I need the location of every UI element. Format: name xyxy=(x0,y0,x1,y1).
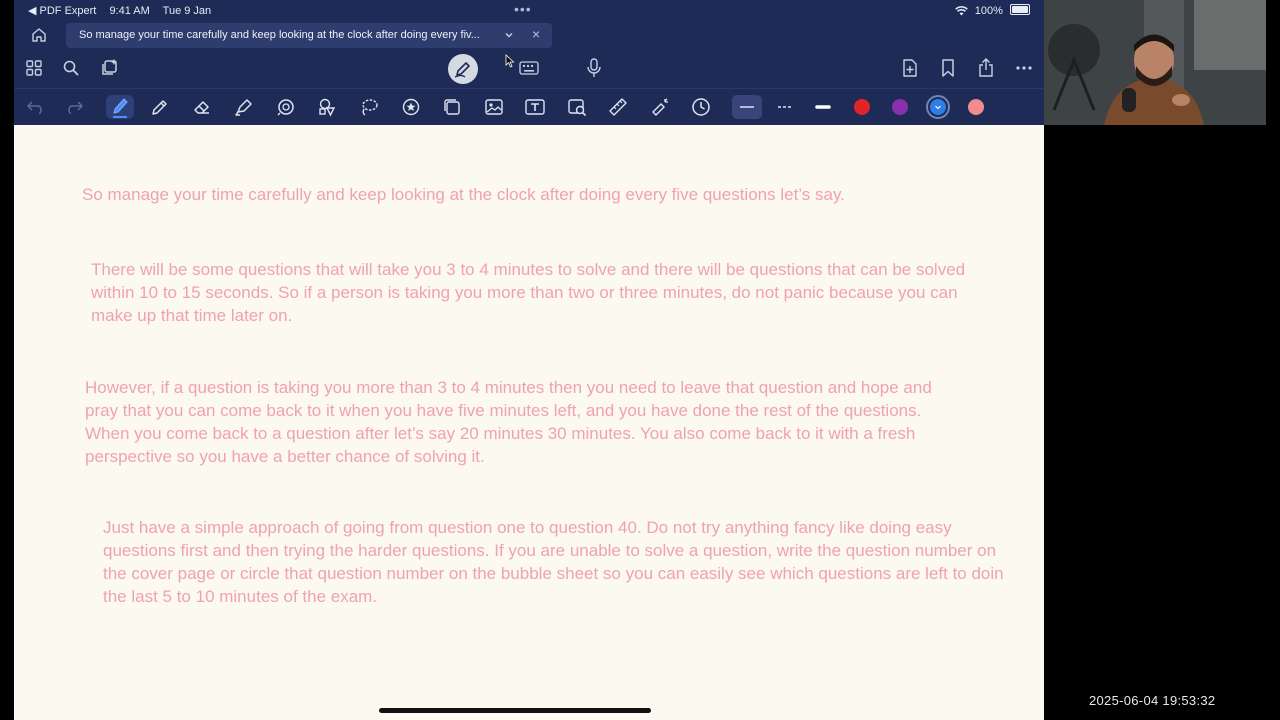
grid-view-icon[interactable] xyxy=(22,56,46,80)
ai-assistant-icon[interactable] xyxy=(97,56,121,80)
microphone-icon[interactable] xyxy=(582,56,606,80)
pen-icon xyxy=(454,62,470,78)
laser-pointer-tool-icon[interactable] xyxy=(648,95,672,119)
mouse-cursor-icon xyxy=(505,54,515,68)
undo-icon[interactable] xyxy=(24,95,48,119)
add-page-icon[interactable] xyxy=(898,56,922,80)
keyboard-icon[interactable] xyxy=(517,56,541,80)
pdf-expert-app: ◀ PDF Expert 9:41 AM Tue 9 Jan ••• 100% xyxy=(14,0,1044,720)
webcam-overlay xyxy=(1044,0,1266,125)
chevron-down-icon[interactable] xyxy=(504,30,514,40)
search-icon[interactable] xyxy=(59,56,83,80)
paragraph-1: So manage your time carefully and keep l… xyxy=(82,185,845,204)
scan-text-tool-icon[interactable] xyxy=(565,95,589,119)
more-options-icon[interactable] xyxy=(1012,56,1036,80)
lasso-tool-icon[interactable] xyxy=(357,95,381,119)
multitasking-dots[interactable]: ••• xyxy=(514,1,532,17)
color-swatch-blue[interactable] xyxy=(930,99,946,115)
paragraph-2: There will be some questions that will t… xyxy=(91,260,966,325)
back-to-app-link[interactable]: ◀ PDF Expert xyxy=(28,5,96,17)
text-box-tool-icon[interactable] xyxy=(523,95,547,119)
shapes-tool-icon[interactable] xyxy=(315,95,339,119)
highlighter-tool-icon[interactable] xyxy=(232,95,256,119)
home-icon[interactable] xyxy=(30,26,48,44)
status-time: 9:41 AM xyxy=(109,5,150,17)
redo-icon[interactable] xyxy=(62,95,86,119)
app-chrome: ◀ PDF Expert 9:41 AM Tue 9 Jan ••• 100% xyxy=(14,0,1044,125)
stamp-tool-icon[interactable] xyxy=(399,95,423,119)
image-tool-icon[interactable] xyxy=(482,95,506,119)
battery-icon xyxy=(1010,4,1030,15)
share-icon[interactable] xyxy=(974,56,998,80)
solid-stroke-option[interactable] xyxy=(732,95,762,119)
eraser-tool-icon[interactable] xyxy=(190,95,214,119)
annotation-toolbar xyxy=(14,88,1044,126)
color-swatch-purple[interactable] xyxy=(892,99,908,115)
thick-stroke-option[interactable] xyxy=(808,95,838,119)
paragraph-3: However, if a question is taking you mor… xyxy=(85,378,932,466)
pen-tool[interactable] xyxy=(106,95,134,119)
tab-row: So manage your time carefully and keep l… xyxy=(14,20,1044,50)
status-bar: ◀ PDF Expert 9:41 AM Tue 9 Jan ••• 100% xyxy=(14,0,1044,20)
bookmark-icon[interactable] xyxy=(936,56,960,80)
recording-timestamp: 2025-06-04 19:53:32 xyxy=(1089,693,1216,708)
presenter-video xyxy=(1044,0,1266,125)
pen-icon xyxy=(113,98,128,118)
battery-percent: 100% xyxy=(974,5,1003,17)
clock-tool-icon[interactable] xyxy=(689,95,713,119)
ruler-tool-icon[interactable] xyxy=(606,95,630,119)
sticker-tool-icon[interactable] xyxy=(440,95,464,119)
dashed-stroke-option[interactable] xyxy=(770,95,800,119)
paragraph-4: Just have a simple approach of going fro… xyxy=(103,518,1004,606)
pencil-tool-icon[interactable] xyxy=(148,95,172,119)
close-tab-button[interactable]: × xyxy=(532,26,540,42)
wifi-icon xyxy=(954,6,968,16)
document-tab[interactable]: So manage your time carefully and keep l… xyxy=(66,23,552,48)
main-toolbar xyxy=(14,50,1044,86)
pdf-page[interactable]: So manage your time carefully and keep l… xyxy=(14,125,1044,720)
status-date: Tue 9 Jan xyxy=(162,5,212,17)
color-swatch-red[interactable] xyxy=(854,99,870,115)
color-swatch-salmon[interactable] xyxy=(968,99,984,115)
home-indicator[interactable] xyxy=(379,708,651,713)
document-tab-title: So manage your time carefully and keep l… xyxy=(79,29,480,41)
annotate-mode-button[interactable] xyxy=(448,54,478,84)
magnifier-tool-icon[interactable] xyxy=(274,95,298,119)
chevron-down-icon xyxy=(935,105,941,110)
